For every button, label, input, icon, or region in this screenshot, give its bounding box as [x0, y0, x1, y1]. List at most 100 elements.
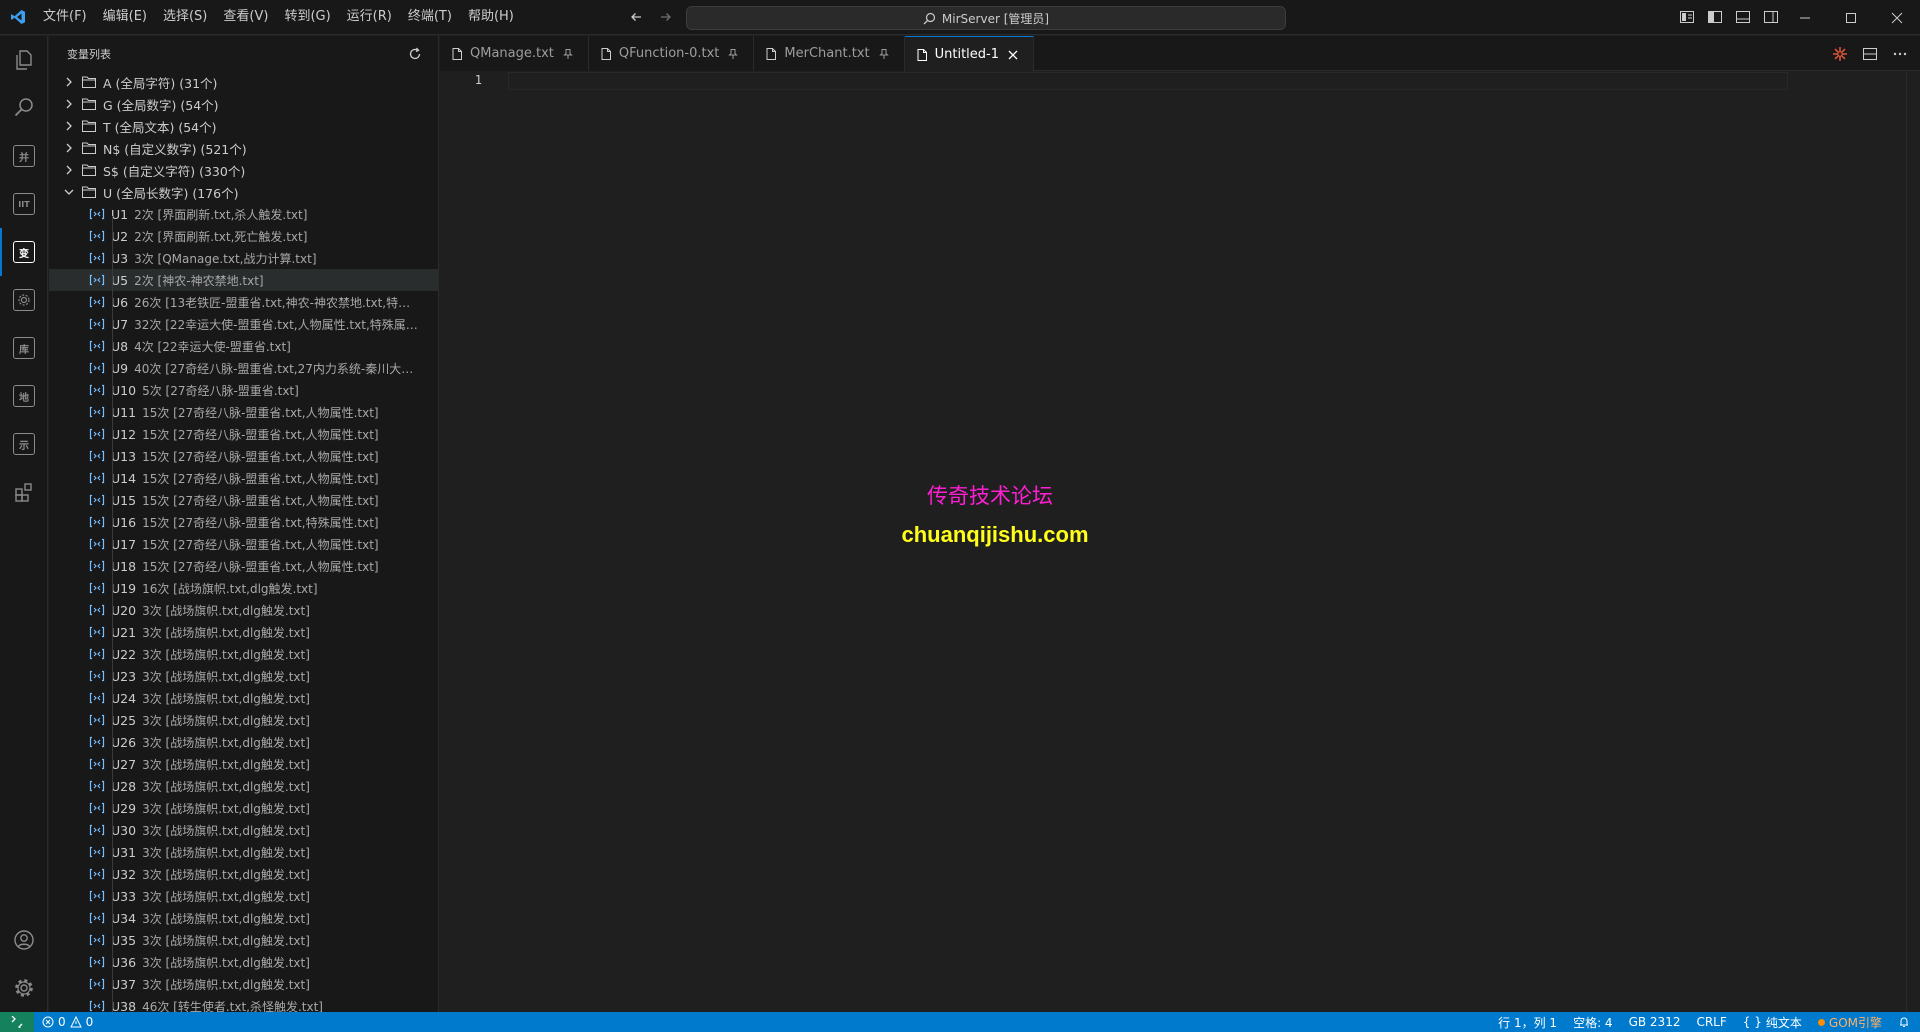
activity-show[interactable]: 示: [0, 420, 48, 468]
minimize-icon[interactable]: [1782, 0, 1828, 35]
back-arrow-icon[interactable]: [625, 6, 647, 28]
variable-item[interactable]: U38 46次 [转生使者.txt,杀怪触发.txt]: [49, 995, 438, 1012]
variable-item[interactable]: U12 15次 [27奇经八脉-盟重省.txt,人物属性.txt]: [49, 423, 438, 445]
variable-icon: [89, 646, 105, 662]
forward-arrow-icon[interactable]: [655, 6, 677, 28]
variable-item[interactable]: U26 3次 [战场旗帜.txt,dlg触发.txt]: [49, 731, 438, 753]
variable-item[interactable]: U16 15次 [27奇经八脉-盟重省.txt,特殊属性.txt]: [49, 511, 438, 533]
variable-item[interactable]: U9 40次 [27奇经八脉-盟重省.txt,27内力系统-秦川大陆.txt,B.…: [49, 357, 438, 379]
variable-item[interactable]: U30 3次 [战场旗帜.txt,dlg触发.txt]: [49, 819, 438, 841]
customize-layout-icon[interactable]: [1676, 6, 1698, 28]
indentation[interactable]: 空格: 4: [1573, 1014, 1613, 1031]
tree-folder[interactable]: T (全局文本) (54个): [49, 115, 438, 137]
remote-indicator-icon[interactable]: [0, 1012, 34, 1032]
menu-selection[interactable]: 选择(S): [155, 5, 215, 29]
end-of-line[interactable]: CRLF: [1696, 1015, 1726, 1029]
activity-map[interactable]: 地: [0, 372, 48, 420]
menu-edit[interactable]: 编辑(E): [95, 5, 155, 29]
menu-file[interactable]: 文件(F): [35, 5, 95, 29]
gom-engine[interactable]: GOM引擎: [1817, 1014, 1882, 1031]
maximize-icon[interactable]: [1828, 0, 1874, 35]
variable-item[interactable]: U11 15次 [27奇经八脉-盟重省.txt,人物属性.txt]: [49, 401, 438, 423]
variable-item[interactable]: U28 3次 [战场旗帜.txt,dlg触发.txt]: [49, 775, 438, 797]
variable-item[interactable]: U2 2次 [界面刷新.txt,死亡触发.txt]: [49, 225, 438, 247]
variable-item[interactable]: U23 3次 [战场旗帜.txt,dlg触发.txt]: [49, 665, 438, 687]
variable-item[interactable]: U10 5次 [27奇经八脉-盟重省.txt]: [49, 379, 438, 401]
variable-usage: 3次 [战场旗帜.txt,dlg触发.txt]: [142, 647, 310, 662]
accounts-icon[interactable]: [0, 916, 48, 964]
tab-qmanage[interactable]: QManage.txt: [440, 36, 589, 71]
variable-item[interactable]: U34 3次 [战场旗帜.txt,dlg触发.txt]: [49, 907, 438, 929]
variable-item[interactable]: U14 15次 [27奇经八脉-盟重省.txt,人物属性.txt]: [49, 467, 438, 489]
variable-item[interactable]: U27 3次 [战场旗帜.txt,dlg触发.txt]: [49, 753, 438, 775]
tree-folder[interactable]: S$ (自定义字符) (330个): [49, 159, 438, 181]
cursor-position[interactable]: 行 1，列 1: [1498, 1014, 1557, 1031]
encoding[interactable]: GB 2312: [1629, 1015, 1681, 1029]
menu-help[interactable]: 帮助(H): [460, 5, 522, 29]
variable-item[interactable]: U20 3次 [战场旗帜.txt,dlg触发.txt]: [49, 599, 438, 621]
toggle-secondary-sidebar-icon[interactable]: [1760, 6, 1782, 28]
close-window-icon[interactable]: [1874, 0, 1920, 35]
variable-item[interactable]: U17 15次 [27奇经八脉-盟重省.txt,人物属性.txt]: [49, 533, 438, 555]
variable-item[interactable]: U32 3次 [战场旗帜.txt,dlg触发.txt]: [49, 863, 438, 885]
variable-item[interactable]: U37 3次 [战场旗帜.txt,dlg触发.txt]: [49, 973, 438, 995]
tree-folder[interactable]: U (全局长数字) (176个): [49, 181, 438, 203]
sparkle-icon[interactable]: [1830, 44, 1850, 64]
variable-item[interactable]: U29 3次 [战场旗帜.txt,dlg触发.txt]: [49, 797, 438, 819]
tab-merchant[interactable]: MerChant.txt: [754, 36, 905, 71]
problems-indicator[interactable]: 0 0: [34, 1015, 101, 1029]
more-actions-icon[interactable]: [1890, 44, 1910, 64]
activity-variables[interactable]: 变: [0, 228, 48, 276]
variable-item[interactable]: U7 32次 [22幸运大使-盟重省.txt,人物属性.txt,特殊属性.txt]: [49, 313, 438, 335]
variable-item[interactable]: U22 3次 [战场旗帜.txt,dlg触发.txt]: [49, 643, 438, 665]
activity-iit[interactable]: IIT: [0, 180, 48, 228]
pin-icon[interactable]: [560, 46, 576, 62]
refresh-icon[interactable]: [406, 45, 424, 63]
menu-go[interactable]: 转到(G): [276, 5, 338, 29]
editor-area[interactable]: 1 传奇技术论坛 chuanqijishu.com: [440, 72, 1920, 1012]
tab-qfunction[interactable]: QFunction-0.txt: [588, 36, 755, 71]
variable-item[interactable]: U19 16次 [战场旗帜.txt,dlg触发.txt]: [49, 577, 438, 599]
variable-item[interactable]: U36 3次 [战场旗帜.txt,dlg触发.txt]: [49, 951, 438, 973]
search-view-icon[interactable]: [0, 84, 48, 132]
variable-item[interactable]: U21 3次 [战场旗帜.txt,dlg触发.txt]: [49, 621, 438, 643]
variable-item[interactable]: U3 3次 [QManage.txt,战力计算.txt]: [49, 247, 438, 269]
activity-settings-box[interactable]: [0, 276, 48, 324]
menu-terminal[interactable]: 终端(T): [400, 5, 460, 29]
menu-run[interactable]: 运行(R): [339, 5, 400, 29]
tree-folder[interactable]: A (全局字符) (31个): [49, 71, 438, 93]
tree-folder[interactable]: N$ (自定义数字) (521个): [49, 137, 438, 159]
language-mode[interactable]: { } 纯文本: [1743, 1014, 1802, 1031]
toggle-primary-sidebar-icon[interactable]: [1704, 6, 1726, 28]
variable-item[interactable]: U6 26次 [13老铁匠-盟重省.txt,神农-神农禁地.txt,特殊属性.t.…: [49, 291, 438, 313]
tree-folder[interactable]: G (全局数字) (54个): [49, 93, 438, 115]
variable-item[interactable]: U18 15次 [27奇经八脉-盟重省.txt,人物属性.txt]: [49, 555, 438, 577]
explorer-icon[interactable]: [0, 36, 48, 84]
title-bar: 文件(F) 编辑(E) 选择(S) 查看(V) 转到(G) 运行(R) 终端(T…: [0, 0, 1920, 35]
activity-bing[interactable]: 并: [0, 132, 48, 180]
extensions-icon[interactable]: [0, 468, 48, 516]
variable-item[interactable]: U24 3次 [战场旗帜.txt,dlg触发.txt]: [49, 687, 438, 709]
variable-item[interactable]: U31 3次 [战场旗帜.txt,dlg触发.txt]: [49, 841, 438, 863]
editor-scrollbar[interactable]: [1906, 72, 1920, 1012]
variable-item[interactable]: U25 3次 [战场旗帜.txt,dlg触发.txt]: [49, 709, 438, 731]
command-center-search[interactable]: MirServer [管理员]: [686, 6, 1286, 30]
variable-item[interactable]: U8 4次 [22幸运大使-盟重省.txt]: [49, 335, 438, 357]
menu-view[interactable]: 查看(V): [215, 5, 276, 29]
toggle-panel-icon[interactable]: [1732, 6, 1754, 28]
split-editor-icon[interactable]: [1860, 44, 1880, 64]
pin-icon[interactable]: [876, 46, 892, 62]
variable-item[interactable]: U35 3次 [战场旗帜.txt,dlg触发.txt]: [49, 929, 438, 951]
notifications-bell-icon[interactable]: [1898, 1016, 1910, 1028]
activity-library[interactable]: 库: [0, 324, 48, 372]
variable-item[interactable]: U15 15次 [27奇经八脉-盟重省.txt,人物属性.txt]: [49, 489, 438, 511]
variable-name: U32: [111, 866, 137, 882]
variable-item[interactable]: U1 2次 [界面刷新.txt,杀人触发.txt]: [49, 203, 438, 225]
variable-item[interactable]: U33 3次 [战场旗帜.txt,dlg触发.txt]: [49, 885, 438, 907]
close-icon[interactable]: [1005, 47, 1021, 63]
manage-gear-icon[interactable]: [0, 964, 48, 1012]
variable-item[interactable]: U5 2次 [神农-神农禁地.txt]: [49, 269, 438, 291]
tab-untitled[interactable]: Untitled-1: [904, 36, 1034, 72]
variable-item[interactable]: U13 15次 [27奇经八脉-盟重省.txt,人物属性.txt]: [49, 445, 438, 467]
pin-icon[interactable]: [725, 46, 741, 62]
